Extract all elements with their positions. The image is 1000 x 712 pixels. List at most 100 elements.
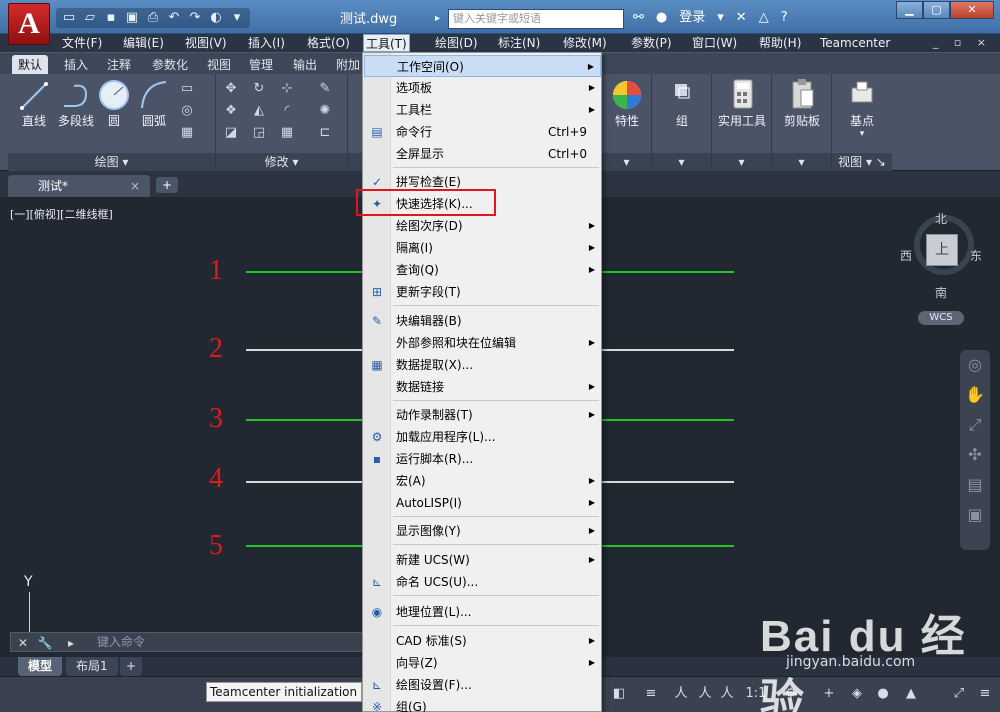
arc-tool[interactable]: 圆弧 (134, 78, 174, 129)
exchange-icon[interactable]: ✕ (733, 8, 750, 28)
menu-window[interactable]: 窗口(W) (692, 34, 737, 52)
menu-item-run-script[interactable]: ▪ 运行脚本(R)... (364, 448, 601, 470)
menu-view[interactable]: 视图(V) (185, 34, 227, 52)
zoom-extents-icon[interactable]: ⤢ (960, 410, 990, 440)
menu-format[interactable]: 格式(O) (307, 34, 350, 52)
draw-group-title[interactable]: 绘图 ▾ (8, 153, 215, 171)
tab-default[interactable]: 默认 (12, 55, 49, 75)
binoculars-icon[interactable]: ⚯ (630, 8, 647, 28)
menu-item-palettes[interactable]: 选项板 ▶ (364, 77, 601, 99)
menu-item-drafting-settings[interactable]: ⊾ 绘图设置(F)... (364, 674, 601, 696)
menu-item-load-application[interactable]: ⚙ 加载应用程序(L)... (364, 426, 601, 448)
menu-teamcenter[interactable]: Teamcenter (820, 34, 890, 52)
polyline-tool[interactable]: 多段线 (54, 78, 98, 129)
app-menu-button[interactable]: A (8, 3, 50, 45)
maximize-button[interactable]: ▢ (923, 1, 950, 19)
view-group-title[interactable]: 视图 ▾ ↘ (832, 153, 892, 171)
tab-layout1[interactable]: 布局1 (66, 657, 118, 676)
lineweight-icon[interactable]: ≡ (642, 685, 660, 703)
menu-item-draw-order[interactable]: 绘图次序(D) ▶ (364, 215, 601, 237)
help-button[interactable]: ? (778, 8, 791, 28)
stretch-icon[interactable]: ◪ (222, 124, 240, 142)
login-dropdown-icon[interactable]: ▾ (714, 8, 727, 28)
menu-item-workspaces[interactable]: 工作空间(O) ▶ (364, 55, 601, 77)
menu-item-autolisp[interactable]: AutoLISP(I) ▶ (364, 492, 601, 514)
basepoint-dropdown-icon[interactable]: ▾ (834, 129, 890, 139)
redo-icon[interactable]: ↷ (186, 9, 204, 27)
minimize-button[interactable]: ▁ (896, 1, 923, 19)
menu-item-named-ucs[interactable]: ⊾ 命名 UCS(U)... (364, 571, 601, 593)
compass-north[interactable]: 北 (935, 210, 947, 227)
clipboard-group-title[interactable]: ▾ (772, 153, 831, 171)
menu-item-display-image[interactable]: 显示图像(Y) ▶ (364, 520, 601, 542)
erase-icon[interactable]: ✎ (316, 80, 334, 98)
wcs-menu[interactable]: WCS (918, 311, 964, 325)
print-icon[interactable]: ⎙ (144, 9, 162, 27)
login-button[interactable]: 登录 (676, 8, 708, 28)
menu-item-inquiry[interactable]: 查询(Q) ▶ (364, 259, 601, 281)
mdi-window-controls[interactable]: _ ▫ × (933, 34, 992, 52)
search-expand-icon[interactable]: ▸ (435, 10, 447, 28)
menu-item-xref-edit[interactable]: 外部参照和块在位编辑 ▶ (364, 332, 601, 354)
line-tool[interactable]: 直线 (16, 78, 52, 129)
compass-east[interactable]: 东 (970, 247, 982, 264)
offset-icon[interactable]: ⊏ (316, 124, 334, 142)
steering-wheel-icon[interactable]: ◎ (960, 350, 990, 380)
trim-icon[interactable]: ⊹ (278, 80, 296, 98)
compass-south[interactable]: 南 (935, 284, 947, 301)
groups-group-title[interactable]: ▾ (652, 153, 711, 171)
customize-icon[interactable]: 🔧 (37, 634, 53, 652)
file-tab[interactable]: 测试* × (8, 175, 150, 197)
table-icon[interactable]: ▦ (178, 124, 196, 142)
menu-item-action-recorder[interactable]: 动作录制器(T) ▶ (364, 404, 601, 426)
properties-tool[interactable]: 特性 (604, 78, 650, 129)
compass-west[interactable]: 西 (900, 247, 912, 264)
menu-item-toolbars[interactable]: 工具栏 ▶ (364, 99, 601, 121)
pan-icon[interactable]: ✋ (960, 380, 990, 410)
menu-insert[interactable]: 插入(I) (248, 34, 285, 52)
menu-parametric[interactable]: 参数(P) (631, 34, 672, 52)
menu-item-cad-standards[interactable]: CAD 标准(S) ▶ (364, 630, 601, 652)
snap-icon[interactable]: ◧ (610, 685, 628, 703)
save-as-icon[interactable]: ▣ (123, 9, 141, 27)
menu-help[interactable]: 帮助(H) (759, 34, 801, 52)
workspace-icon[interactable]: ◐ (207, 9, 225, 27)
save-icon[interactable]: ▪ (102, 9, 120, 27)
tab-model[interactable]: 模型 (18, 657, 63, 676)
menu-item-new-ucs[interactable]: 新建 UCS(W) ▶ (364, 549, 601, 571)
menu-dimension[interactable]: 标注(N) (498, 34, 540, 52)
clipboard-tool[interactable]: 剪贴板 (774, 78, 830, 129)
close-tab-icon[interactable]: × (130, 175, 140, 197)
tab-manage[interactable]: 管理 (249, 55, 273, 75)
close-command-icon[interactable]: ✕ (15, 634, 31, 652)
copy-icon[interactable]: ❖ (222, 102, 240, 120)
properties-group-title[interactable]: ▾ (602, 153, 651, 171)
utilities-group-title[interactable]: ▾ (712, 153, 771, 171)
user-icon[interactable]: ● (653, 8, 670, 28)
menu-item-update-fields[interactable]: ⊞ 更新字段(T) (364, 281, 601, 303)
menu-modify[interactable]: 修改(M) (563, 34, 607, 52)
undo-icon[interactable]: ↶ (165, 9, 183, 27)
array-icon[interactable]: ▦ (278, 124, 296, 142)
annotation-visibility-icon[interactable]: 人 (696, 685, 714, 703)
hatch-icon[interactable]: ◎ (178, 102, 196, 120)
close-button[interactable]: ✕ (950, 1, 994, 19)
explode-icon[interactable]: ✺ (316, 102, 334, 120)
tab-output[interactable]: 输出 (293, 55, 317, 75)
menu-file[interactable]: 文件(F) (62, 34, 102, 52)
menu-item-block-editor[interactable]: ✎ 块编辑器(B) (364, 310, 601, 332)
menu-item-command-line[interactable]: ▤ 命令行 Ctrl+9 (364, 121, 601, 143)
menu-item-isolate[interactable]: 隔离(I) ▶ (364, 237, 601, 259)
qat-dropdown-icon[interactable]: ▾ (228, 9, 246, 27)
utilities-tool[interactable]: 实用工具 (714, 78, 770, 129)
modify-group-title[interactable]: 修改 ▾ (216, 153, 347, 171)
scale-icon[interactable]: ◲ (250, 124, 268, 142)
new-tab-button[interactable]: + (156, 177, 178, 193)
menu-item-geolocation[interactable]: ◉ 地理位置(L)... (364, 601, 601, 623)
orbit-icon[interactable]: ✣ (960, 440, 990, 470)
menu-item-clean-screen[interactable]: 全屏显示 Ctrl+0 (364, 143, 601, 165)
tab-parametric[interactable]: 参数化 (152, 55, 188, 75)
mirror-icon[interactable]: ◭ (250, 102, 268, 120)
circle-tool[interactable]: 圆 (94, 78, 134, 129)
menu-item-wizards[interactable]: 向导(Z) ▶ (364, 652, 601, 674)
